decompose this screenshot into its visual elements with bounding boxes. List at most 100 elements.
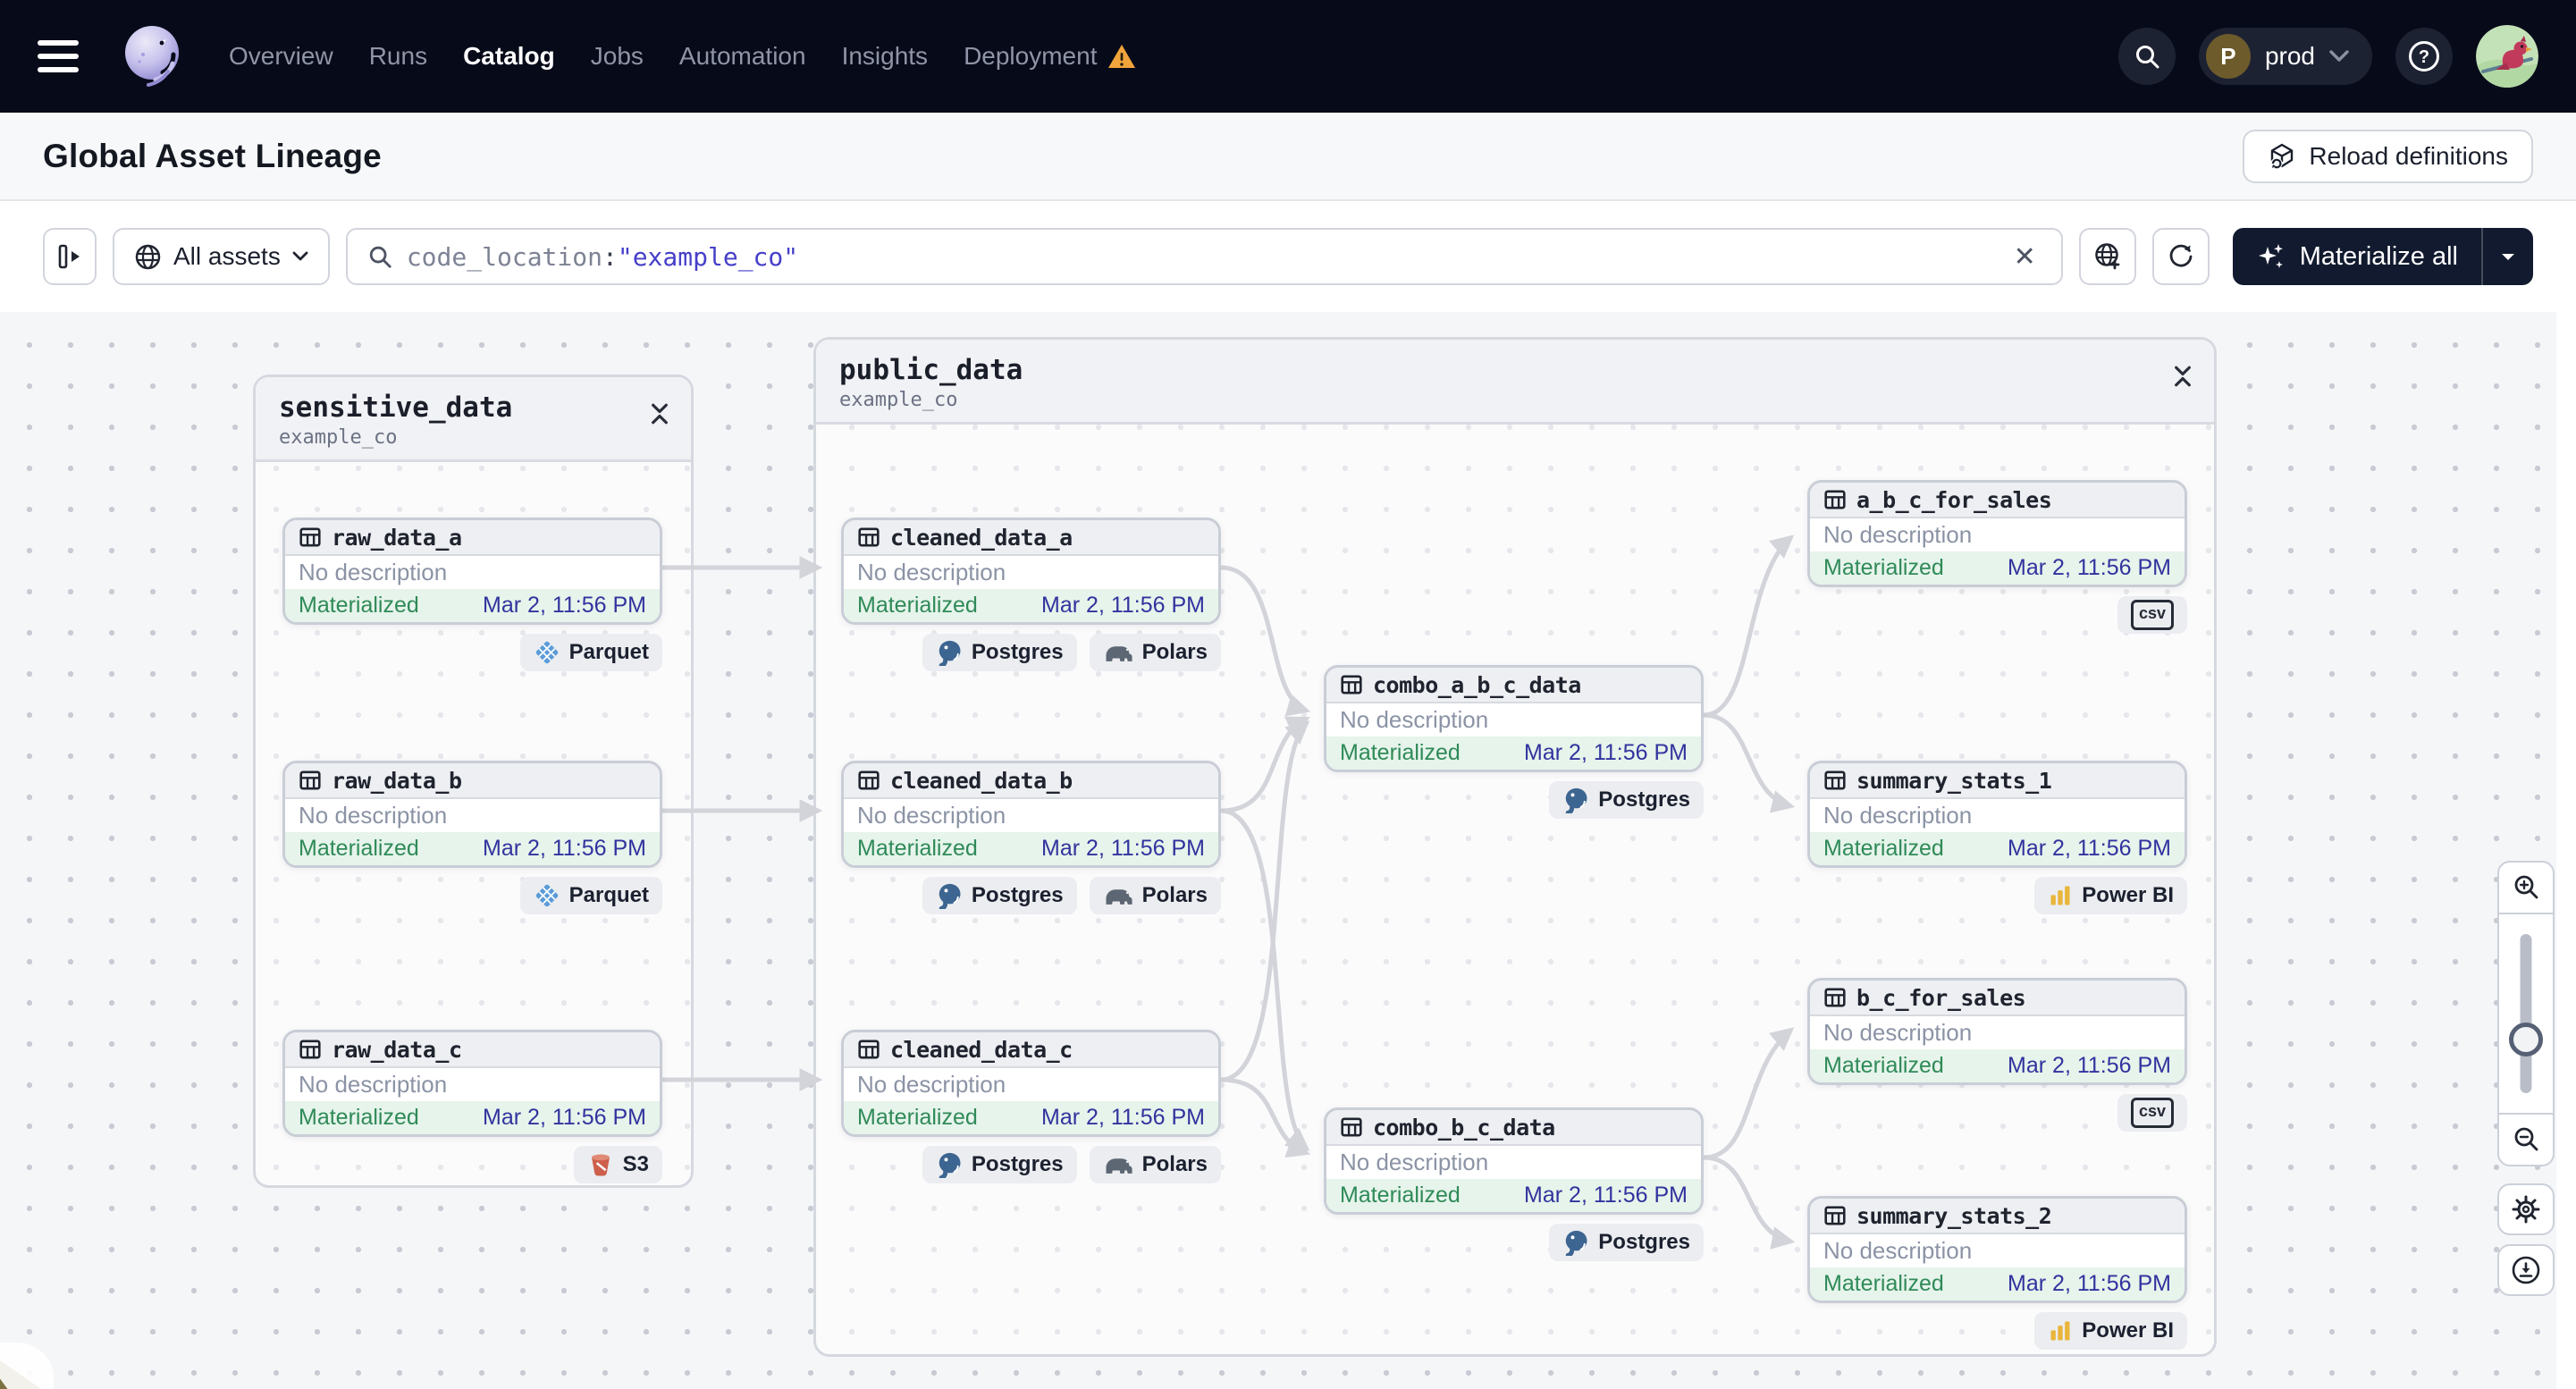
sparkles-icon: [2258, 244, 2283, 268]
postgres-icon: [936, 882, 963, 909]
materialized-status: Materialized: [857, 836, 978, 861]
nav-item-automation[interactable]: Automation: [679, 42, 806, 71]
asset-node[interactable]: b_c_for_sales No description Materialize…: [1807, 978, 2187, 1085]
zoom-out-button[interactable]: [2499, 1113, 2553, 1165]
materialized-timestamp: Mar 2, 11:56 PM: [2008, 1053, 2171, 1078]
help-button[interactable]: ?: [2395, 28, 2453, 85]
asset-node[interactable]: summary_stats_1 No description Materiali…: [1807, 761, 2187, 868]
materialized-status: Materialized: [857, 593, 978, 618]
csv-icon: csv: [2130, 600, 2174, 630]
table-icon: [857, 769, 880, 792]
reload-definitions-icon: [2270, 143, 2294, 169]
user-avatar[interactable]: [2476, 25, 2538, 88]
nav-item-catalog[interactable]: Catalog: [463, 42, 555, 71]
materialized-status: Materialized: [1340, 740, 1461, 765]
deployment-switcher[interactable]: P prod: [2198, 28, 2372, 85]
postgres-icon: [1562, 1229, 1589, 1256]
graph-settings-button[interactable]: [2497, 1183, 2555, 1235]
postgres-icon: [936, 639, 963, 666]
asset-node[interactable]: raw_data_a No description Materialized M…: [282, 518, 662, 625]
asset-node[interactable]: raw_data_b No description Materialized M…: [282, 761, 662, 868]
asset-cleaned_data_b: cleaned_data_b No description Materializ…: [841, 761, 1221, 914]
polars-icon: [1103, 884, 1133, 908]
nav-item-jobs[interactable]: Jobs: [591, 42, 644, 71]
asset-node[interactable]: combo_b_c_data No description Materializ…: [1324, 1107, 1704, 1215]
asset-cleaned_data_c: cleaned_data_c No description Materializ…: [841, 1030, 1221, 1183]
tag-postgres[interactable]: Postgres: [922, 877, 1077, 914]
table-icon: [299, 1038, 322, 1061]
materialized-status: Materialized: [299, 1105, 419, 1130]
lineage-canvas[interactable]: sensitive_data example_co public_data ex…: [0, 312, 2576, 1389]
tag-csv[interactable]: csv: [2117, 596, 2187, 634]
asset-name: cleaned_data_b: [890, 767, 1073, 794]
tag-powerbi[interactable]: Power BI: [2034, 1312, 2187, 1350]
tag-polars[interactable]: Polars: [1089, 634, 1221, 671]
tag-postgres[interactable]: Postgres: [1549, 1224, 1704, 1261]
zoom-in-button[interactable]: [2499, 863, 2553, 914]
tag-parquet[interactable]: Parquet: [519, 634, 662, 671]
asset-description: No description: [1810, 518, 2185, 551]
nav-item-deployment[interactable]: Deployment: [964, 42, 1136, 71]
asset-node[interactable]: combo_a_b_c_data No description Material…: [1324, 665, 1704, 772]
zoom-slider-thumb[interactable]: [2509, 1022, 2543, 1056]
tag-polars[interactable]: Polars: [1089, 1146, 1221, 1183]
filter-by-location-button[interactable]: [2078, 228, 2136, 285]
reload-definitions-button[interactable]: Reload definitions: [2243, 129, 2533, 183]
asset-scope-dropdown[interactable]: All assets: [113, 228, 330, 285]
polars-icon: [1103, 641, 1133, 665]
globe-plus-icon: [2094, 243, 2120, 270]
asset-node[interactable]: cleaned_data_a No description Materializ…: [841, 518, 1221, 625]
asset-description: No description: [1810, 799, 2185, 832]
asset-description: No description: [844, 1068, 1218, 1101]
materialize-all-button[interactable]: Materialize all: [2232, 228, 2533, 285]
page-title: Global Asset Lineage: [43, 137, 382, 174]
tag-parquet[interactable]: Parquet: [519, 877, 662, 914]
svg-text:?: ?: [2419, 47, 2429, 67]
powerbi-icon: [2048, 1318, 2073, 1343]
nav-item-insights[interactable]: Insights: [842, 42, 929, 71]
csv-icon: csv: [2130, 1098, 2174, 1128]
open-sidebar-button[interactable]: [43, 228, 97, 285]
table-icon: [857, 1038, 880, 1061]
zoom-slider[interactable]: [2499, 914, 2553, 1113]
tag-csv[interactable]: csv: [2117, 1094, 2187, 1132]
materialized-status: Materialized: [857, 1105, 978, 1130]
materialized-status: Materialized: [1823, 836, 1944, 861]
asset-description: No description: [285, 1068, 660, 1101]
asset-node[interactable]: raw_data_c No description Materialized M…: [282, 1030, 662, 1137]
materialized-timestamp: Mar 2, 11:56 PM: [483, 836, 646, 861]
tag-postgres[interactable]: Postgres: [1549, 781, 1704, 819]
asset-node[interactable]: cleaned_data_c No description Materializ…: [841, 1030, 1221, 1137]
dagster-logo[interactable]: [116, 21, 188, 92]
nav-item-overview[interactable]: Overview: [229, 42, 333, 71]
asset-raw_data_c: raw_data_c No description Materialized M…: [282, 1030, 662, 1183]
asset-node[interactable]: cleaned_data_b No description Materializ…: [841, 761, 1221, 868]
asset-name: summary_stats_1: [1856, 767, 2052, 794]
materialized-status: Materialized: [1823, 1053, 1944, 1078]
asset-node[interactable]: a_b_c_for_sales No description Materiali…: [1807, 480, 2187, 587]
tag-powerbi[interactable]: Power BI: [2034, 877, 2187, 914]
menu-icon[interactable]: [38, 29, 93, 84]
lineage-toolbar: All assets code_location:"example_co" ✕: [0, 201, 2576, 312]
asset-name: b_c_for_sales: [1856, 984, 2026, 1011]
search-button[interactable]: [2117, 28, 2176, 85]
nav-item-runs[interactable]: Runs: [369, 42, 427, 71]
download-image-button[interactable]: [2497, 1244, 2555, 1296]
powerbi-icon: [2048, 883, 2073, 908]
asset-summary_stats_2: summary_stats_2 No description Materiali…: [1807, 1196, 2187, 1350]
tag-postgres[interactable]: Postgres: [922, 634, 1077, 671]
asset-node[interactable]: summary_stats_2 No description Materiali…: [1807, 1196, 2187, 1303]
asset-combo_b_c_data: combo_b_c_data No description Materializ…: [1324, 1107, 1704, 1261]
materialized-timestamp: Mar 2, 11:56 PM: [1041, 836, 1205, 861]
asset-name: summary_stats_2: [1856, 1202, 2052, 1229]
asset-search-input[interactable]: code_location:"example_co" ✕: [345, 228, 2063, 285]
zoom-out-icon: [2514, 1127, 2538, 1151]
tag-polars[interactable]: Polars: [1089, 877, 1221, 914]
materialize-options-caret[interactable]: [2483, 228, 2533, 285]
clear-search-icon[interactable]: ✕: [2008, 241, 2041, 273]
tag-postgres[interactable]: Postgres: [922, 1146, 1077, 1183]
nav-links: Overview Runs Catalog Jobs Automation In…: [229, 42, 1136, 71]
materialized-timestamp: Mar 2, 11:56 PM: [483, 1105, 646, 1130]
tag-s3[interactable]: S3: [573, 1146, 662, 1183]
refresh-button[interactable]: [2151, 228, 2210, 285]
